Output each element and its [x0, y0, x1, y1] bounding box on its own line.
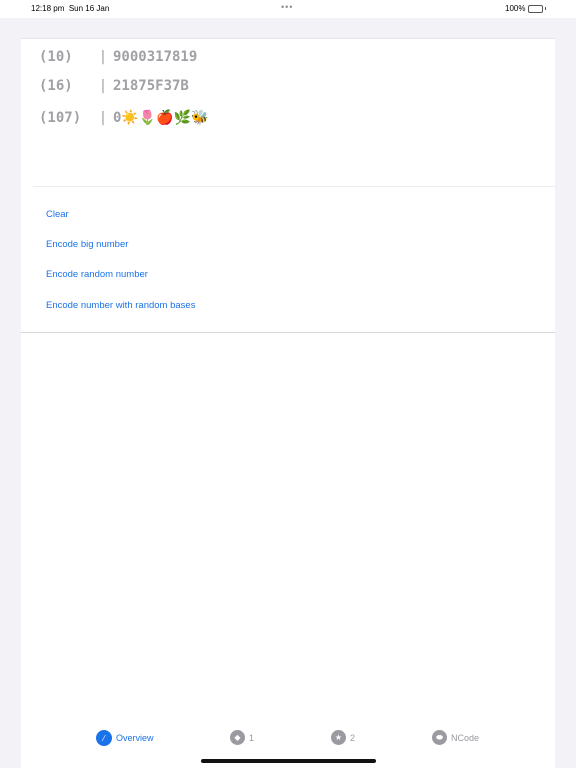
encode-random-number-button[interactable]: Encode random number	[46, 269, 148, 280]
encoding-value: 9000317819	[113, 49, 198, 65]
background-left	[0, 18, 21, 768]
tag-icon: ⬬	[432, 730, 447, 745]
encoding-separator: |	[98, 78, 108, 94]
background-right	[555, 18, 576, 768]
tab-label: 1	[249, 732, 255, 743]
clear-button[interactable]: Clear	[46, 209, 69, 220]
tab-label: 2	[350, 732, 356, 743]
encoding-base: (16)	[39, 78, 73, 94]
status-time-date: 12:18 pm Sun 16 Jan	[31, 4, 109, 13]
status-battery: 100%	[505, 4, 546, 13]
tab-bar: ⁄ Overview ◆ 1 ★ 2 ⬬ NCode	[21, 730, 555, 754]
tab-1[interactable]: ◆ 1	[230, 730, 254, 745]
battery-tip	[544, 7, 546, 10]
tab-label: Overview	[116, 733, 154, 743]
encoding-base: (107)	[39, 110, 82, 126]
encode-big-number-button[interactable]: Encode big number	[46, 239, 128, 250]
encode-random-bases-button[interactable]: Encode number with random bases	[46, 300, 195, 311]
encoding-panel: (10) | 9000317819 (16) | 21875F37B (107)…	[21, 39, 555, 333]
battery-icon	[527, 4, 543, 13]
encoding-separator: |	[98, 110, 108, 126]
star-icon: ★	[331, 730, 346, 745]
encoding-value: 21875F37B	[113, 78, 189, 94]
encoding-separator: |	[98, 49, 108, 65]
section-divider	[33, 186, 555, 187]
status-bar: 12:18 pm Sun 16 Jan ••• 100%	[0, 0, 576, 18]
tab-label: NCode	[451, 732, 480, 743]
navigation-bar	[0, 18, 576, 39]
home-indicator[interactable]	[201, 759, 376, 763]
tab-2[interactable]: ★ 2	[331, 730, 355, 745]
encoding-row-base-16: (16) | 21875F37B	[39, 78, 189, 94]
diamond-icon: ◆	[230, 730, 245, 745]
compass-icon: ⁄	[96, 730, 112, 746]
encoding-row-base-10: (10) | 9000317819	[39, 49, 197, 65]
status-date: Sun 16 Jan	[68, 4, 110, 13]
battery-percent: 100%	[505, 4, 526, 13]
multitasking-dots-icon[interactable]: •••	[281, 2, 293, 12]
status-time: 12:18 pm	[31, 4, 65, 13]
tab-ncode[interactable]: ⬬ NCode	[432, 730, 479, 745]
encoding-row-base-107: (107) | 0☀️🌷🍎🌿🐝	[39, 110, 209, 126]
encoding-value: 0☀️🌷🍎🌿🐝	[113, 110, 209, 126]
encoding-base: (10)	[39, 49, 73, 65]
tab-overview[interactable]: ⁄ Overview	[96, 730, 154, 746]
